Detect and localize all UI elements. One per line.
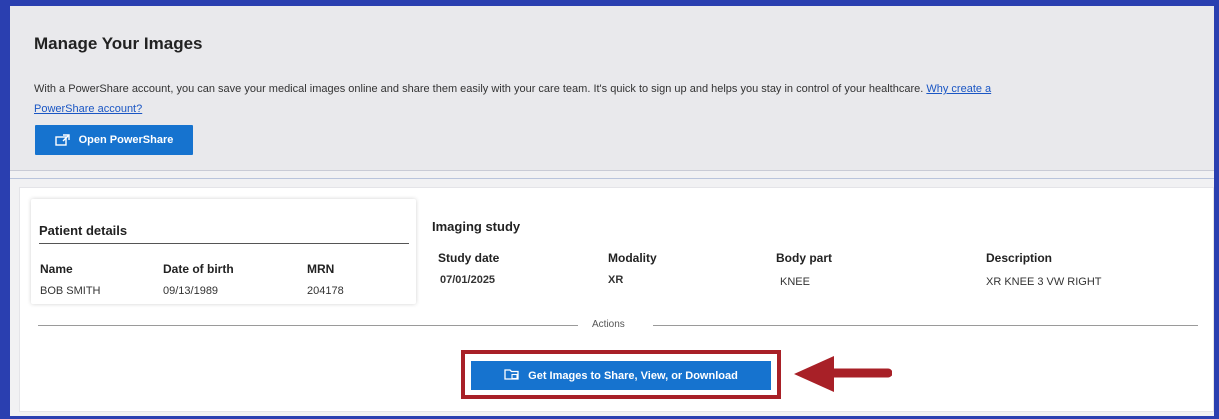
left-arrow-icon <box>792 353 893 402</box>
manage-description: With a PowerShare account, you can save … <box>34 79 994 119</box>
manage-title: Manage Your Images <box>34 34 203 53</box>
description-value: XR KNEE 3 VW RIGHT <box>986 276 1102 288</box>
actions-label: Actions <box>592 319 625 330</box>
open-powershare-button[interactable]: Open PowerShare <box>35 125 193 155</box>
open-powershare-label: Open PowerShare <box>78 134 174 146</box>
study-content: Patient details Name BOB SMITH Date of b… <box>19 187 1214 412</box>
manage-description-text: With a PowerShare account, you can save … <box>34 83 924 95</box>
actions-divider-right <box>653 325 1198 326</box>
name-value: BOB SMITH <box>40 285 101 297</box>
mrn-value: 204178 <box>307 285 344 297</box>
description-label: Description <box>986 251 1053 265</box>
actions-divider-left <box>38 325 578 326</box>
imaging-study-title: Imaging study <box>432 219 521 234</box>
folder-share-icon <box>504 368 520 384</box>
body-part-label: Body part <box>776 251 833 265</box>
dob-value: 09/13/1989 <box>163 285 219 297</box>
mrn-label: MRN <box>307 262 335 276</box>
open-external-icon <box>54 134 71 146</box>
get-images-label: Get Images to Share, View, or Download <box>528 369 738 382</box>
section-divider <box>10 178 1214 179</box>
name-label: Name <box>40 262 73 276</box>
study-date-value: 07/01/2025 <box>440 274 496 286</box>
manage-images-panel: Manage Your Images With a PowerShare acc… <box>10 6 1214 171</box>
get-images-button[interactable]: Get Images to Share, View, or Download <box>471 361 771 390</box>
modality-label: Modality <box>608 251 657 265</box>
modality-value: XR <box>608 274 624 286</box>
study-date-label: Study date <box>438 251 500 265</box>
patient-details-title: Patient details <box>39 223 128 238</box>
get-images-highlight: Get Images to Share, View, or Download <box>461 350 781 399</box>
patient-details-card: Patient details Name BOB SMITH Date of b… <box>31 199 416 304</box>
body-part-value: KNEE <box>780 276 810 288</box>
patient-details-rule <box>39 243 409 244</box>
dob-label: Date of birth <box>163 262 234 276</box>
